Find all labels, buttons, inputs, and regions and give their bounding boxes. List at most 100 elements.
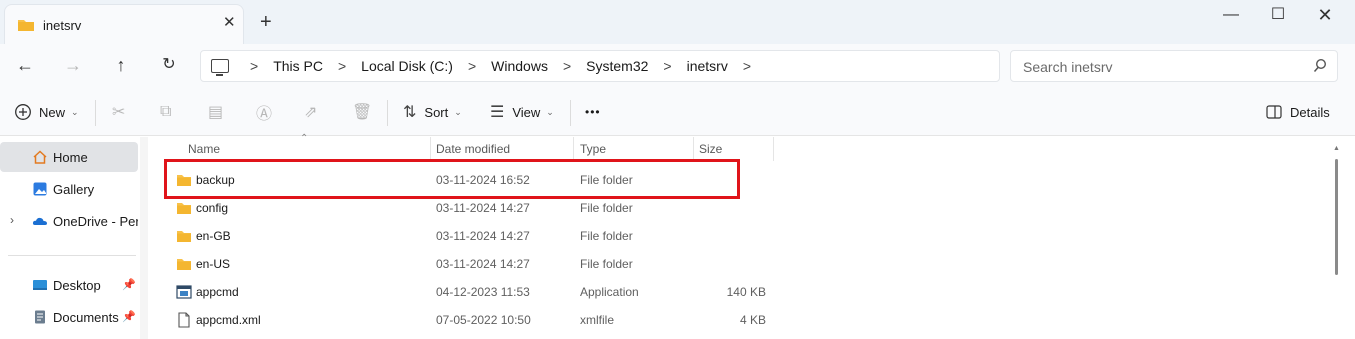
sort-label: Sort — [424, 104, 449, 120]
minimize-button[interactable]: — — [1216, 6, 1246, 28]
refresh-button[interactable]: ↻ — [156, 54, 182, 76]
forward-button[interactable]: → — [60, 54, 86, 76]
pin-icon[interactable]: 📌 — [122, 310, 136, 323]
details-pane-icon — [1266, 105, 1282, 119]
column-header-name[interactable]: Name — [188, 137, 220, 161]
onedrive-icon — [32, 217, 47, 225]
address-bar[interactable]: > This PC > Local Disk (C:) > Windows > … — [200, 50, 1000, 82]
breadcrumb-windows[interactable]: Windows — [491, 58, 548, 74]
paste-icon[interactable]: ▤ — [208, 100, 223, 124]
file-row-appcmd-xml[interactable]: appcmd.xml 07-05-2022 10:50 xmlfile 4 KB — [166, 306, 766, 334]
file-date: 07-05-2022 10:50 — [436, 313, 531, 327]
computer-icon[interactable] — [211, 59, 229, 76]
file-row-en-gb[interactable]: en-GB 03-11-2024 14:27 File folder — [166, 222, 741, 250]
chevron-down-icon: ⌄ — [546, 106, 554, 117]
tab-inetsrv[interactable]: inetsrv ✕ — [4, 4, 244, 44]
column-separator[interactable] — [773, 137, 774, 161]
copy-icon[interactable]: ⧉ — [160, 100, 171, 124]
sort-icon: ⇅ — [403, 104, 417, 121]
column-header-size[interactable]: Size — [699, 137, 722, 161]
more-options-button[interactable]: ••• — [585, 100, 601, 124]
breadcrumb: > This PC > Local Disk (C:) > Windows > … — [211, 51, 766, 81]
sidebar-divider — [8, 255, 136, 256]
breadcrumb-separator[interactable]: > — [338, 58, 346, 74]
file-size: 140 KB — [726, 285, 766, 299]
file-type: File folder — [580, 229, 633, 243]
scroll-up-arrow-icon[interactable]: ▲ — [1333, 145, 1340, 152]
application-icon — [176, 285, 192, 299]
view-button[interactable]: ☰ View ⌄ — [490, 100, 554, 124]
file-list: ⌃ Name Date modified Type Size backup 03… — [148, 133, 1355, 339]
file-type: Application — [580, 285, 639, 299]
scrollbar-thumb[interactable] — [1335, 159, 1338, 275]
details-pane-button[interactable]: Details — [1266, 100, 1330, 124]
maximize-button[interactable]: ☐ — [1263, 6, 1293, 28]
rename-icon[interactable]: Ⓐ — [256, 100, 272, 124]
file-name: en-US — [196, 257, 231, 271]
home-icon — [33, 150, 47, 164]
tab-close-button[interactable]: ✕ — [223, 15, 236, 30]
tab-title: inetsrv — [43, 18, 82, 33]
sidebar-item-onedrive[interactable]: › OneDrive - Personal — [0, 206, 138, 236]
cut-icon[interactable]: ✂ — [112, 100, 125, 124]
breadcrumb-separator[interactable]: > — [563, 58, 571, 74]
file-name: appcmd.xml — [196, 313, 261, 327]
new-tab-button[interactable]: + — [260, 12, 272, 32]
sidebar-item-label: Gallery — [53, 182, 95, 197]
navigation-pane: Home Gallery › OneDrive - Personal Deskt… — [0, 137, 148, 339]
delete-icon[interactable]: 🗑 — [352, 100, 372, 124]
file-row-appcmd[interactable]: appcmd 04-12-2023 11:53 Application 140 … — [166, 278, 766, 306]
sort-ascending-icon: ⌃ — [300, 133, 309, 144]
sidebar-scrollbar[interactable] — [140, 137, 148, 339]
search-icon[interactable] — [1313, 58, 1327, 74]
close-window-button[interactable]: ✕ — [1310, 6, 1340, 28]
plus-circle-icon — [15, 104, 31, 120]
column-header-type[interactable]: Type — [580, 137, 606, 161]
file-list-scrollbar[interactable]: ▲ — [1333, 145, 1340, 339]
breadcrumb-inetsrv[interactable]: inetsrv — [687, 58, 728, 74]
share-icon[interactable]: ⇗ — [304, 100, 317, 124]
toolbar-divider — [95, 100, 96, 126]
chevron-right-icon[interactable]: › — [10, 213, 14, 227]
file-type: File folder — [580, 201, 633, 215]
sidebar-item-documents[interactable]: Documents 📌 — [0, 302, 138, 332]
breadcrumb-system32[interactable]: System32 — [586, 58, 648, 74]
breadcrumb-this-pc[interactable]: This PC — [273, 58, 323, 74]
file-size: 4 KB — [739, 313, 766, 327]
sort-button[interactable]: ⇅ Sort ⌄ — [403, 100, 462, 124]
back-button[interactable]: ← — [12, 54, 38, 76]
file-date: 04-12-2023 11:53 — [436, 285, 530, 299]
search-box[interactable] — [1010, 50, 1338, 82]
folder-icon — [18, 20, 34, 31]
file-date: 03-11-2024 14:27 — [436, 257, 530, 271]
breadcrumb-separator[interactable]: > — [743, 58, 751, 74]
sidebar-item-label: Home — [53, 150, 88, 165]
chevron-down-icon: ⌄ — [454, 106, 462, 117]
column-header-date-modified[interactable]: Date modified — [436, 137, 510, 161]
file-type: xmlfile — [580, 313, 615, 327]
file-date: 03-11-2024 14:27 — [436, 229, 530, 243]
breadcrumb-separator[interactable]: > — [663, 58, 671, 74]
search-input[interactable] — [1023, 58, 1303, 76]
breadcrumb-separator[interactable]: > — [468, 58, 476, 74]
document-icon — [178, 312, 190, 328]
address-row: ← → ↑ ↻ > This PC > Local Disk (C:) > Wi… — [0, 44, 1355, 88]
column-separator[interactable] — [430, 137, 431, 161]
new-button[interactable]: New ⌄ — [14, 100, 79, 124]
column-separator[interactable] — [573, 137, 574, 161]
column-separator[interactable] — [693, 137, 694, 161]
breadcrumb-local-disk[interactable]: Local Disk (C:) — [361, 58, 453, 74]
sidebar-item-gallery[interactable]: Gallery — [0, 174, 138, 204]
command-bar: New ⌄ ✂ ⧉ ▤ Ⓐ ⇗ 🗑 ⇅ Sort ⌄ ☰ View ⌄ ••• … — [0, 88, 1355, 136]
sidebar-item-home[interactable]: Home — [0, 142, 138, 172]
pin-icon[interactable]: 📌 — [122, 278, 136, 291]
up-button[interactable]: ↑ — [108, 54, 134, 76]
new-label: New — [39, 104, 66, 120]
file-row-en-us[interactable]: en-US 03-11-2024 14:27 File folder — [166, 250, 741, 278]
breadcrumb-separator[interactable]: > — [250, 58, 258, 74]
file-date: 03-11-2024 14:27 — [436, 201, 530, 215]
desktop-icon — [33, 280, 47, 290]
sidebar-item-desktop[interactable]: Desktop 📌 — [0, 270, 138, 300]
details-label: Details — [1290, 104, 1330, 120]
folder-icon — [177, 203, 191, 214]
